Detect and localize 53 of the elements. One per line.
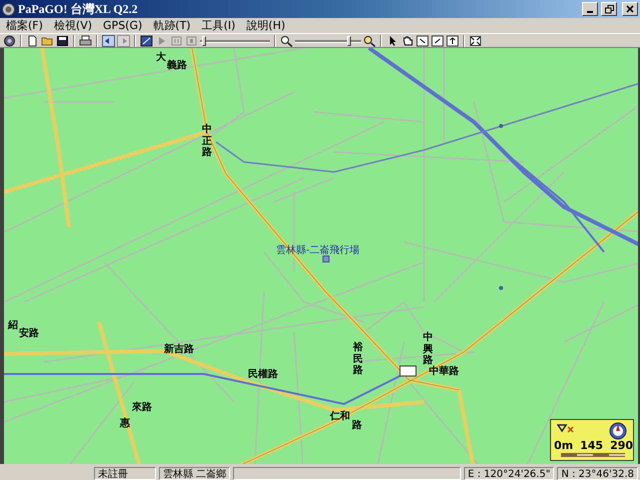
road-label: 紹 <box>8 320 18 331</box>
menu-item[interactable]: 軌跡(T) <box>149 18 198 33</box>
close-button[interactable] <box>622 2 638 16</box>
scale-label: 145 <box>580 439 604 452</box>
scale-label: 290 <box>610 439 634 452</box>
road-label: 大 <box>156 52 166 63</box>
menu-item[interactable]: GPS(G) <box>99 19 150 32</box>
close-icon <box>626 5 634 13</box>
scale-label: 0m <box>554 439 574 452</box>
menu-item[interactable]: 工具(I) <box>198 18 242 33</box>
print-icon[interactable] <box>79 34 92 46</box>
status-cell: N : 23°46'32.8 <box>557 466 638 480</box>
zoom-out-icon[interactable] <box>280 34 293 46</box>
map-view[interactable]: 大 義路 中正路 雲林縣-二崙飛行場 紹 安路 新吉路 民權路 裕民路 中興路 中華路 仁和 路 來路 惠 0m 145 290 <box>0 48 640 464</box>
airport-marker-icon <box>322 255 330 263</box>
slider-thumb[interactable] <box>202 36 206 46</box>
place-label: 雲林縣-二崙飛行場 <box>276 245 360 256</box>
slider-track[interactable] <box>200 34 270 46</box>
app-logo-icon <box>2 2 15 16</box>
road-label: 路 <box>352 420 362 431</box>
road-label: 新吉路 <box>164 344 194 355</box>
compass-icon <box>609 422 627 440</box>
menu-item[interactable]: 檔案(F) <box>2 18 50 33</box>
north-up-icon[interactable] <box>446 34 459 46</box>
road-label: 義路 <box>167 60 187 71</box>
road-label: 民權路 <box>248 369 278 380</box>
fullscreen-icon[interactable] <box>469 34 482 46</box>
minimize-button[interactable] <box>582 2 598 16</box>
window-title: PaPaGO! 台灣XL Q2.2 <box>18 0 138 18</box>
globe-icon[interactable] <box>3 34 16 46</box>
road-label: 中興路 <box>423 332 433 366</box>
road-label: 仁和 <box>330 411 350 422</box>
road-label: 惠 <box>120 418 130 429</box>
status-cell: 雲林縣 二崙鄉 <box>159 466 230 480</box>
restore-button[interactable] <box>601 2 617 16</box>
status-cell: 未註冊 <box>94 466 156 480</box>
restore-icon <box>604 4 614 14</box>
back-icon[interactable] <box>102 34 115 46</box>
scale-bar-icon <box>561 453 625 457</box>
road-label: 裕民路 <box>353 342 363 376</box>
menu-item[interactable]: 說明(H) <box>242 18 292 33</box>
gps-signal-icon <box>557 424 575 434</box>
slider-thumb[interactable] <box>347 36 352 46</box>
road-label: 安路 <box>19 328 39 339</box>
status-cell: E : 120°24'26.5" <box>464 466 554 480</box>
hand-icon[interactable] <box>401 34 414 46</box>
road-label: 中正路 <box>202 124 212 158</box>
menu-item[interactable]: 檢視(V) <box>50 18 100 33</box>
zoom-in-icon[interactable] <box>363 34 376 46</box>
save-icon[interactable] <box>56 34 69 46</box>
road-label: 中華路 <box>429 366 459 377</box>
road-label: 來路 <box>132 402 152 413</box>
slider-track[interactable] <box>295 34 361 46</box>
